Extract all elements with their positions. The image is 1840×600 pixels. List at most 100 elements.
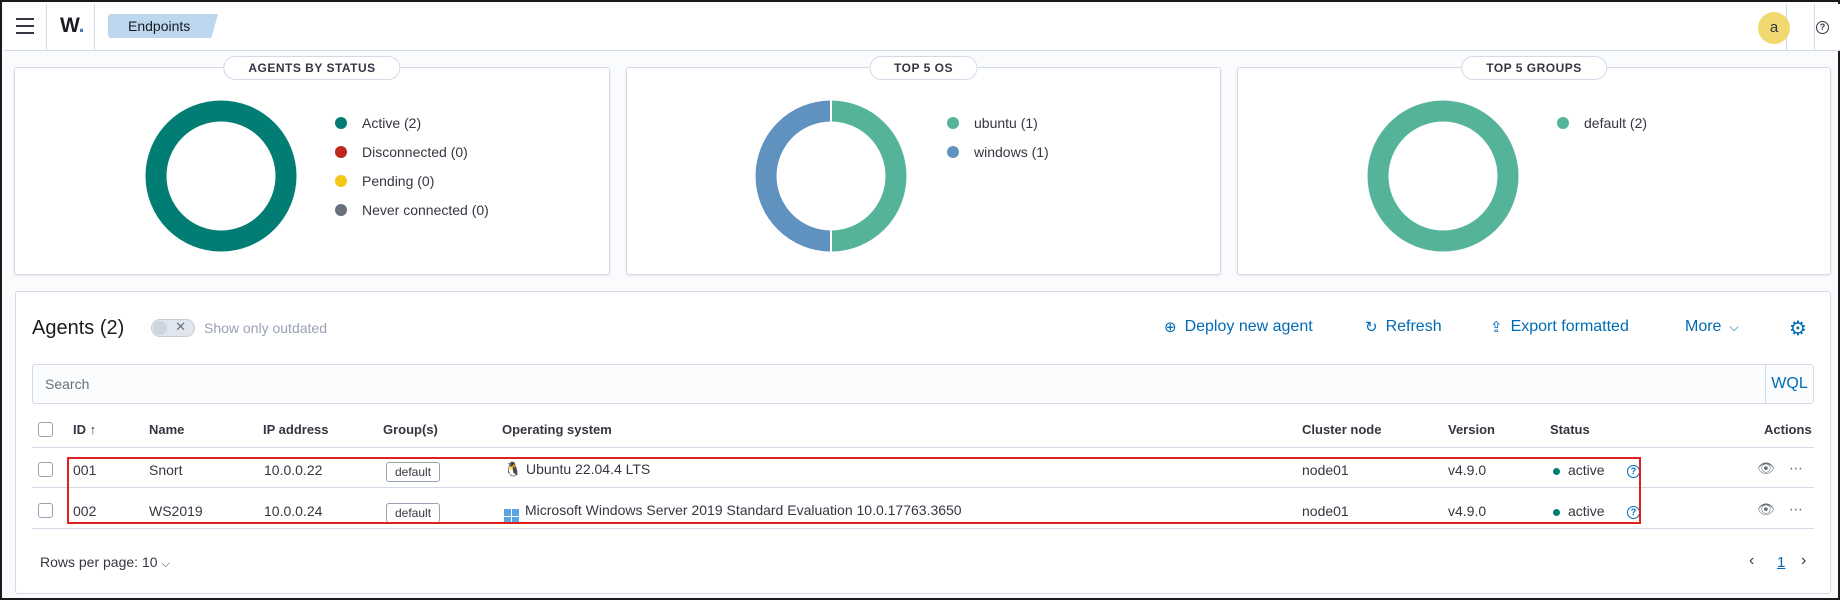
groups-legend: default (2) — [1557, 108, 1647, 137]
column-header-id[interactable]: ID ↑ — [73, 422, 96, 437]
status-legend: Active (2) Disconnected (0) Pending (0) … — [335, 108, 489, 224]
legend-dot — [947, 116, 959, 129]
legend-item-default[interactable]: default (2) — [1557, 108, 1647, 137]
column-header-version[interactable]: Version — [1448, 422, 1495, 437]
windows-icon — [504, 509, 519, 524]
more-button[interactable]: More ⌵ — [1685, 318, 1739, 336]
eye-icon[interactable]: 👁 — [1757, 501, 1775, 518]
chevron-right-icon[interactable]: › — [1801, 552, 1806, 570]
top-groups-panel: TOP 5 GROUPS default (2) — [1237, 56, 1831, 275]
cell-version: v4.9.0 — [1448, 462, 1487, 478]
legend-label: Never connected (0) — [362, 201, 489, 218]
legend-dot — [335, 174, 347, 187]
column-header-actions: Actions — [1764, 422, 1812, 437]
show-outdated-toggle[interactable]: ✕ — [151, 319, 195, 337]
eye-icon[interactable]: 👁 — [1757, 460, 1775, 477]
legend-label: Pending (0) — [362, 172, 435, 189]
column-header-name[interactable]: Name — [149, 422, 184, 437]
cell-id: 001 — [73, 462, 97, 478]
legend-label: ubuntu (1) — [974, 114, 1038, 131]
legend-label: Disconnected (0) — [362, 143, 468, 160]
os-label: Microsoft Windows Server 2019 Standard E… — [525, 502, 962, 518]
agents-by-status-panel: AGENTS BY STATUS Active (2) Disconnected… — [14, 56, 610, 275]
cell-cluster: node01 — [1302, 503, 1349, 519]
more-actions-icon[interactable]: ⋯ — [1789, 460, 1803, 477]
cell-status: active — [1553, 503, 1605, 519]
export-icon: ⇪ — [1490, 319, 1503, 336]
top-os-panel: TOP 5 OS ubuntu (1) windows (1) — [626, 56, 1221, 275]
legend-item-windows[interactable]: windows (1) — [947, 137, 1049, 166]
column-header-status[interactable]: Status — [1550, 422, 1590, 437]
help-icon[interactable]: ? — [1816, 21, 1829, 34]
status-help-icon[interactable]: ? — [1627, 465, 1640, 478]
column-header-groups[interactable]: Group(s) — [383, 422, 438, 437]
logo-text: W — [60, 14, 79, 37]
cell-status: active — [1553, 462, 1605, 478]
cell-os: Microsoft Windows Server 2019 Standard E… — [504, 502, 962, 524]
search-input[interactable] — [33, 365, 1733, 403]
top-header: W. Endpoints a ? — [4, 4, 1840, 51]
panel-title: AGENTS BY STATUS — [223, 56, 401, 80]
donut-slice-windows[interactable] — [755, 100, 832, 252]
legend-item-active[interactable]: Active (2) — [335, 108, 489, 137]
header-divider — [94, 4, 95, 51]
breadcrumb-endpoints[interactable]: Endpoints — [108, 14, 218, 38]
legend-item-ubuntu[interactable]: ubuntu (1) — [947, 108, 1049, 137]
status-label: active — [1568, 503, 1605, 519]
group-badge[interactable]: default — [386, 503, 441, 523]
table-divider — [32, 487, 1814, 488]
chevron-left-icon[interactable]: ‹ — [1749, 552, 1754, 570]
status-dot — [1553, 467, 1560, 475]
status-help-icon[interactable]: ? — [1627, 506, 1640, 519]
cell-ip: 10.0.0.22 — [264, 462, 323, 478]
deploy-new-agent-button[interactable]: ⊕ Deploy new agent — [1164, 318, 1313, 336]
plus-circle-icon: ⊕ — [1164, 319, 1177, 336]
app-frame: W. Endpoints a ? AGENTS BY STATUS Active… — [0, 0, 1840, 600]
rows-per-page-select[interactable]: Rows per page: 10 ⌵ — [40, 554, 170, 571]
row-checkbox[interactable] — [38, 462, 53, 477]
legend-dot — [1557, 116, 1569, 129]
menu-icon[interactable] — [16, 18, 34, 34]
header-divider — [1814, 4, 1815, 51]
select-all-checkbox[interactable] — [38, 422, 53, 437]
refresh-icon: ↻ — [1365, 319, 1378, 336]
more-actions-icon[interactable]: ⋯ — [1789, 501, 1803, 518]
cell-version: v4.9.0 — [1448, 503, 1487, 519]
refresh-button[interactable]: ↻ Refresh — [1365, 318, 1442, 336]
cell-id: 002 — [73, 503, 97, 519]
legend-label: windows (1) — [974, 143, 1049, 160]
legend-dot — [335, 203, 347, 216]
column-header-cluster[interactable]: Cluster node — [1302, 422, 1381, 437]
toggle-off-icon: ✕ — [175, 319, 186, 334]
refresh-label: Refresh — [1385, 318, 1442, 335]
os-legend: ubuntu (1) windows (1) — [947, 108, 1049, 166]
status-donut-chart — [145, 100, 297, 252]
legend-item-pending[interactable]: Pending (0) — [335, 166, 489, 195]
group-badge[interactable]: default — [386, 462, 441, 482]
legend-dot — [335, 116, 347, 129]
legend-dot — [947, 145, 959, 158]
donut-slice-ubuntu[interactable] — [830, 100, 907, 252]
deploy-label: Deploy new agent — [1184, 318, 1313, 335]
legend-item-disconnected[interactable]: Disconnected (0) — [335, 137, 489, 166]
export-formatted-button[interactable]: ⇪ Export formatted — [1490, 318, 1629, 336]
rows-per-page-label: Rows per page: 10 — [40, 554, 158, 570]
gear-icon[interactable]: ⚙ — [1789, 319, 1807, 339]
donut-slice-active[interactable] — [145, 100, 297, 252]
export-label: Export formatted — [1510, 318, 1629, 335]
donut-slice-default[interactable] — [1367, 100, 1519, 252]
cell-os: 🐧 Ubuntu 22.04.4 LTS — [504, 461, 650, 478]
row-checkbox[interactable] — [38, 503, 53, 518]
cell-ip: 10.0.0.24 — [264, 503, 323, 519]
avatar[interactable]: a — [1758, 12, 1790, 44]
chevron-down-icon: ⌵ — [1729, 319, 1739, 334]
toggle-knob — [153, 321, 167, 335]
status-label: active — [1568, 462, 1605, 478]
panel-title: TOP 5 GROUPS — [1461, 56, 1607, 80]
wql-button[interactable]: WQL — [1765, 365, 1813, 403]
logo[interactable]: W. — [60, 14, 85, 38]
legend-item-never-connected[interactable]: Never connected (0) — [335, 195, 489, 224]
column-header-os[interactable]: Operating system — [502, 422, 612, 437]
page-1-button[interactable]: 1 — [1777, 554, 1785, 571]
column-header-ip[interactable]: IP address — [263, 422, 329, 437]
